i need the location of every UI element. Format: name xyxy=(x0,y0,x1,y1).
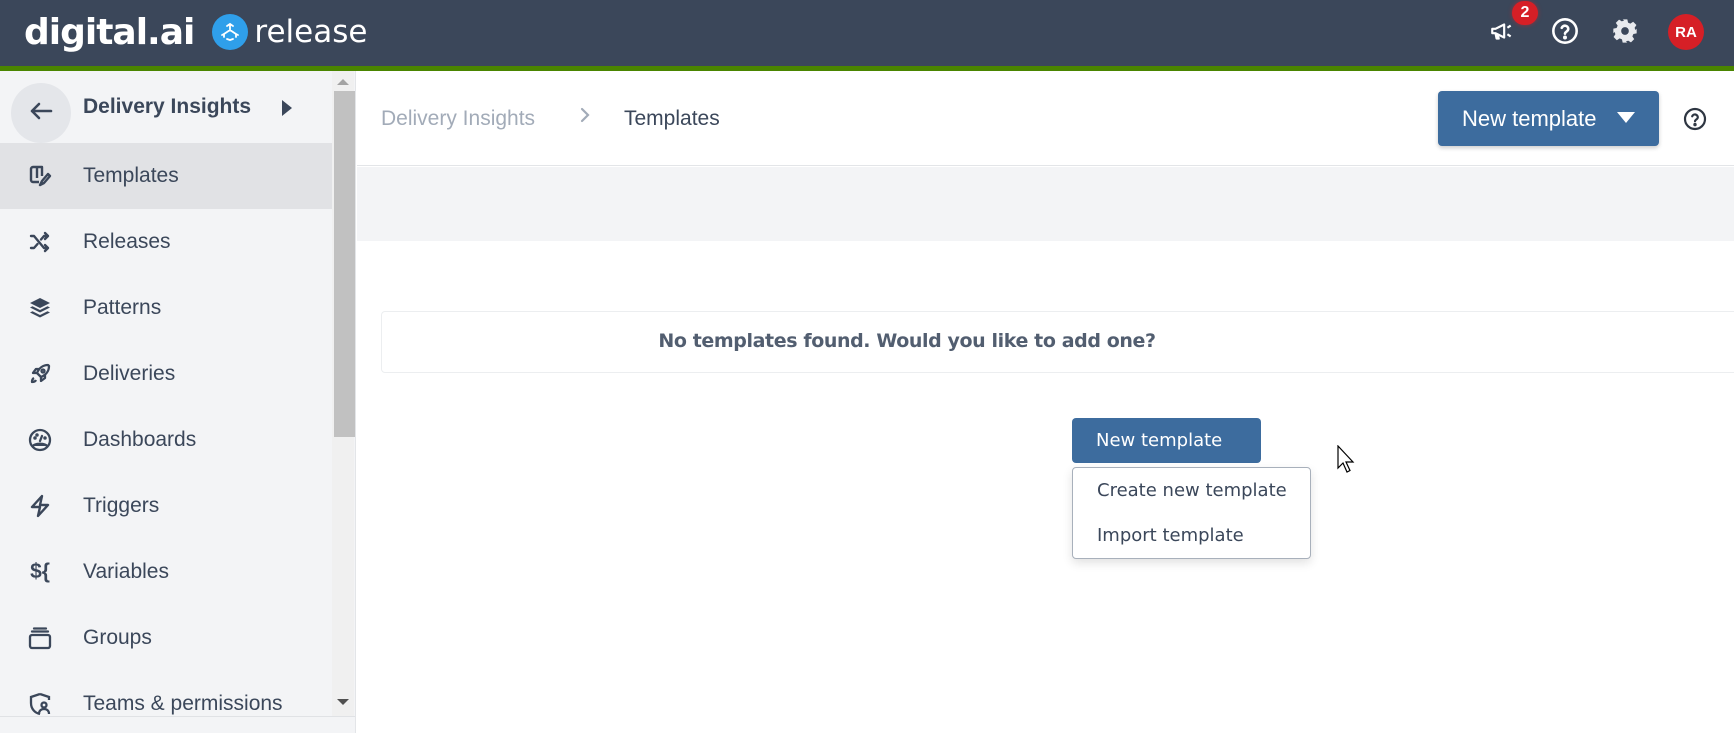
sidebar-item-groups[interactable]: Groups xyxy=(0,605,332,671)
sidebar-item-teams-permissions[interactable]: Teams & permissions xyxy=(0,671,332,733)
sidebar-item-label: Teams & permissions xyxy=(83,692,283,715)
sidebar-item-label: Deliveries xyxy=(83,362,176,385)
scroll-up-arrow-icon[interactable] xyxy=(337,79,349,85)
caret-right-icon[interactable] xyxy=(281,99,293,122)
rocket-icon xyxy=(26,360,54,388)
scroll-down-arrow-icon[interactable] xyxy=(337,699,349,705)
sidebar-divider xyxy=(0,716,355,717)
sidebar-item-label: Dashboards xyxy=(83,428,197,451)
product-name: release xyxy=(254,14,368,50)
new-template-dropdown-button[interactable]: New template xyxy=(1438,91,1659,146)
sidebar-title: Delivery Insights xyxy=(83,95,252,118)
sidebar-header: Delivery Insights xyxy=(0,71,332,143)
breadcrumb-delivery-insights[interactable]: Delivery Insights xyxy=(381,107,535,131)
help-circle-icon[interactable] xyxy=(1550,16,1580,46)
sidebar-item-label: Triggers xyxy=(83,494,160,517)
sidebar-scrollbar[interactable] xyxy=(332,71,355,717)
app-logo[interactable]: digital.ai release xyxy=(24,11,368,53)
sidebar-item-dashboards[interactable]: Dashboards xyxy=(0,407,332,473)
sidebar-nav: Templates Releases Patterns Deliveries D… xyxy=(0,143,332,733)
gear-icon[interactable] xyxy=(1610,16,1640,46)
sidebar-item-templates[interactable]: Templates xyxy=(0,143,332,209)
sidebar-item-label: Templates xyxy=(83,164,179,187)
notification-badge: 2 xyxy=(1512,1,1538,25)
sidebar: Delivery Insights Templates Releases Pat… xyxy=(0,71,356,733)
back-button[interactable] xyxy=(11,83,71,143)
new-template-button[interactable]: New template xyxy=(1072,418,1261,463)
shuffle-icon xyxy=(26,228,54,256)
chevron-right-icon xyxy=(579,105,591,131)
arrow-left-icon xyxy=(29,101,53,126)
empty-state-message: No templates found. Would you like to ad… xyxy=(658,330,1156,352)
sidebar-item-triggers[interactable]: Triggers xyxy=(0,473,332,539)
help-circle-icon[interactable] xyxy=(1683,107,1707,136)
shield-user-icon xyxy=(26,690,54,718)
breadcrumb-templates: Templates xyxy=(624,107,720,130)
sidebar-item-releases[interactable]: Releases xyxy=(0,209,332,275)
filter-bar xyxy=(357,167,1734,241)
sidebar-item-label: Releases xyxy=(83,230,171,253)
sidebar-item-label: Patterns xyxy=(83,296,162,319)
sidebar-item-label: Groups xyxy=(83,626,152,649)
main-content: Delivery Insights Templates New template… xyxy=(357,71,1734,733)
bolt-icon xyxy=(26,492,54,520)
release-logo-icon xyxy=(212,14,249,50)
user-avatar[interactable]: RA xyxy=(1668,14,1704,50)
sidebar-item-variables[interactable]: ${ Variables xyxy=(0,539,332,605)
templates-icon xyxy=(26,162,54,190)
groups-icon xyxy=(26,624,54,652)
megaphone-icon[interactable] xyxy=(1487,16,1517,46)
menu-item-import-template[interactable]: Import template xyxy=(1097,525,1244,546)
mouse-pointer-icon xyxy=(1337,444,1355,478)
new-template-menu: Create new template Import template xyxy=(1072,467,1311,559)
scrollbar-thumb[interactable] xyxy=(334,91,355,437)
new-template-button-label: New template xyxy=(1096,430,1223,451)
menu-item-create-new-template[interactable]: Create new template xyxy=(1097,480,1287,501)
caret-down-icon xyxy=(1617,112,1635,123)
empty-state-panel: No templates found. Would you like to ad… xyxy=(381,311,1734,373)
brand-logo-text: digital.ai xyxy=(24,11,195,53)
new-template-label: New template xyxy=(1462,105,1597,131)
sidebar-item-label: Variables xyxy=(83,560,169,583)
page-header: Delivery Insights Templates New template xyxy=(357,71,1734,166)
gauge-icon xyxy=(26,426,54,454)
layers-icon xyxy=(26,294,54,322)
variables-icon: ${ xyxy=(30,560,50,583)
top-navigation-bar: digital.ai release 2 RA xyxy=(0,0,1734,66)
